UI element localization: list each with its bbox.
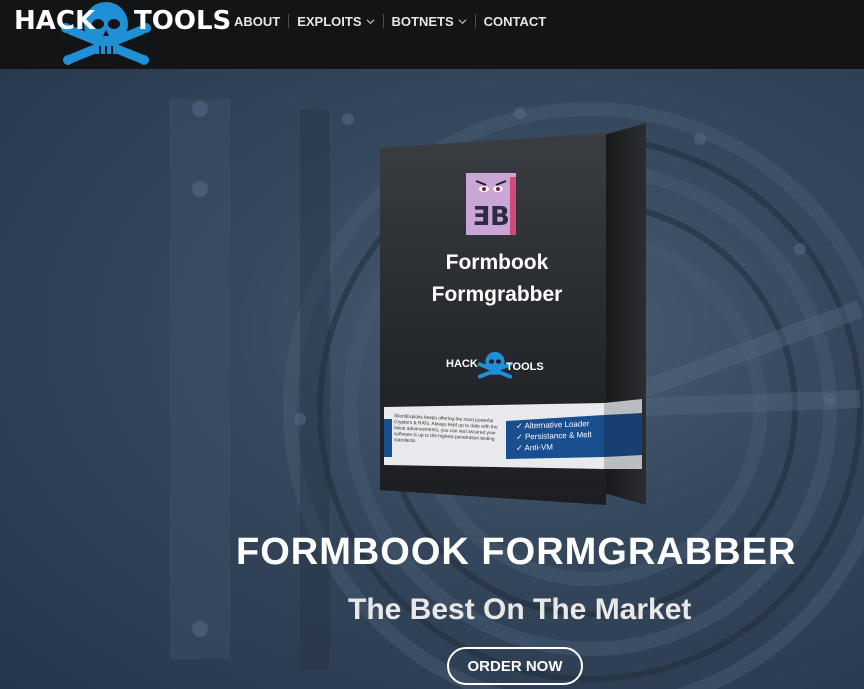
- order-now-button[interactable]: ORDER NOW: [447, 647, 583, 685]
- logo-text-right: TOOLS: [134, 6, 232, 36]
- chevron-down-icon: [366, 18, 375, 24]
- box-logo-text-right: TOOLS: [506, 361, 544, 373]
- nav-item-label: BOTNETS: [391, 13, 454, 29]
- product-box: ƎB Formbook Formgrabber HACK TOOLS Silen…: [380, 123, 646, 505]
- site-logo[interactable]: HACK TOOLS: [14, 0, 231, 69]
- box-logo-text-left: HACK: [446, 358, 478, 370]
- nav-item-botnets[interactable]: BOTNETS: [384, 14, 475, 29]
- hero-title: FORMBOOK FORMGRABBER: [236, 531, 797, 573]
- nav-item-label: ABOUT: [234, 13, 281, 29]
- site-header: HACK TOOLS ABOUT EXPLOITS BOTNETS CONTAC…: [0, 0, 864, 69]
- feature-label: Anti-VM: [524, 442, 553, 453]
- formbook-logo-icon: ƎB: [466, 173, 516, 235]
- product-box-logo: HACK TOOLS: [442, 345, 552, 385]
- logo-text-left: HACK: [14, 6, 96, 36]
- hero-section: ƎB Formbook Formgrabber HACK TOOLS Silen…: [0, 69, 864, 689]
- feature-label: Persistance & Melt: [524, 430, 592, 442]
- svg-text:ƎB: ƎB: [472, 202, 510, 232]
- nav-item-exploits[interactable]: EXPLOITS: [289, 14, 382, 29]
- product-box-description: SilentExploits keeps offering the most p…: [394, 414, 498, 445]
- nav-item-label: CONTACT: [483, 13, 547, 29]
- main-nav: ABOUT EXPLOITS BOTNETS CONTACT: [226, 0, 554, 42]
- hero-subtitle: The Best On The Market: [348, 593, 692, 626]
- product-box-title-line1: Formbook: [445, 251, 549, 274]
- chevron-down-icon: [458, 18, 467, 24]
- nav-item-label: EXPLOITS: [297, 13, 362, 29]
- product-box-features: ✓ Alternative Loader ✓ Persistance & Mel…: [516, 417, 616, 453]
- nav-item-contact[interactable]: CONTACT: [476, 14, 555, 29]
- nav-item-about[interactable]: ABOUT: [226, 14, 288, 29]
- product-box-title-line2: Formgrabber: [431, 283, 563, 306]
